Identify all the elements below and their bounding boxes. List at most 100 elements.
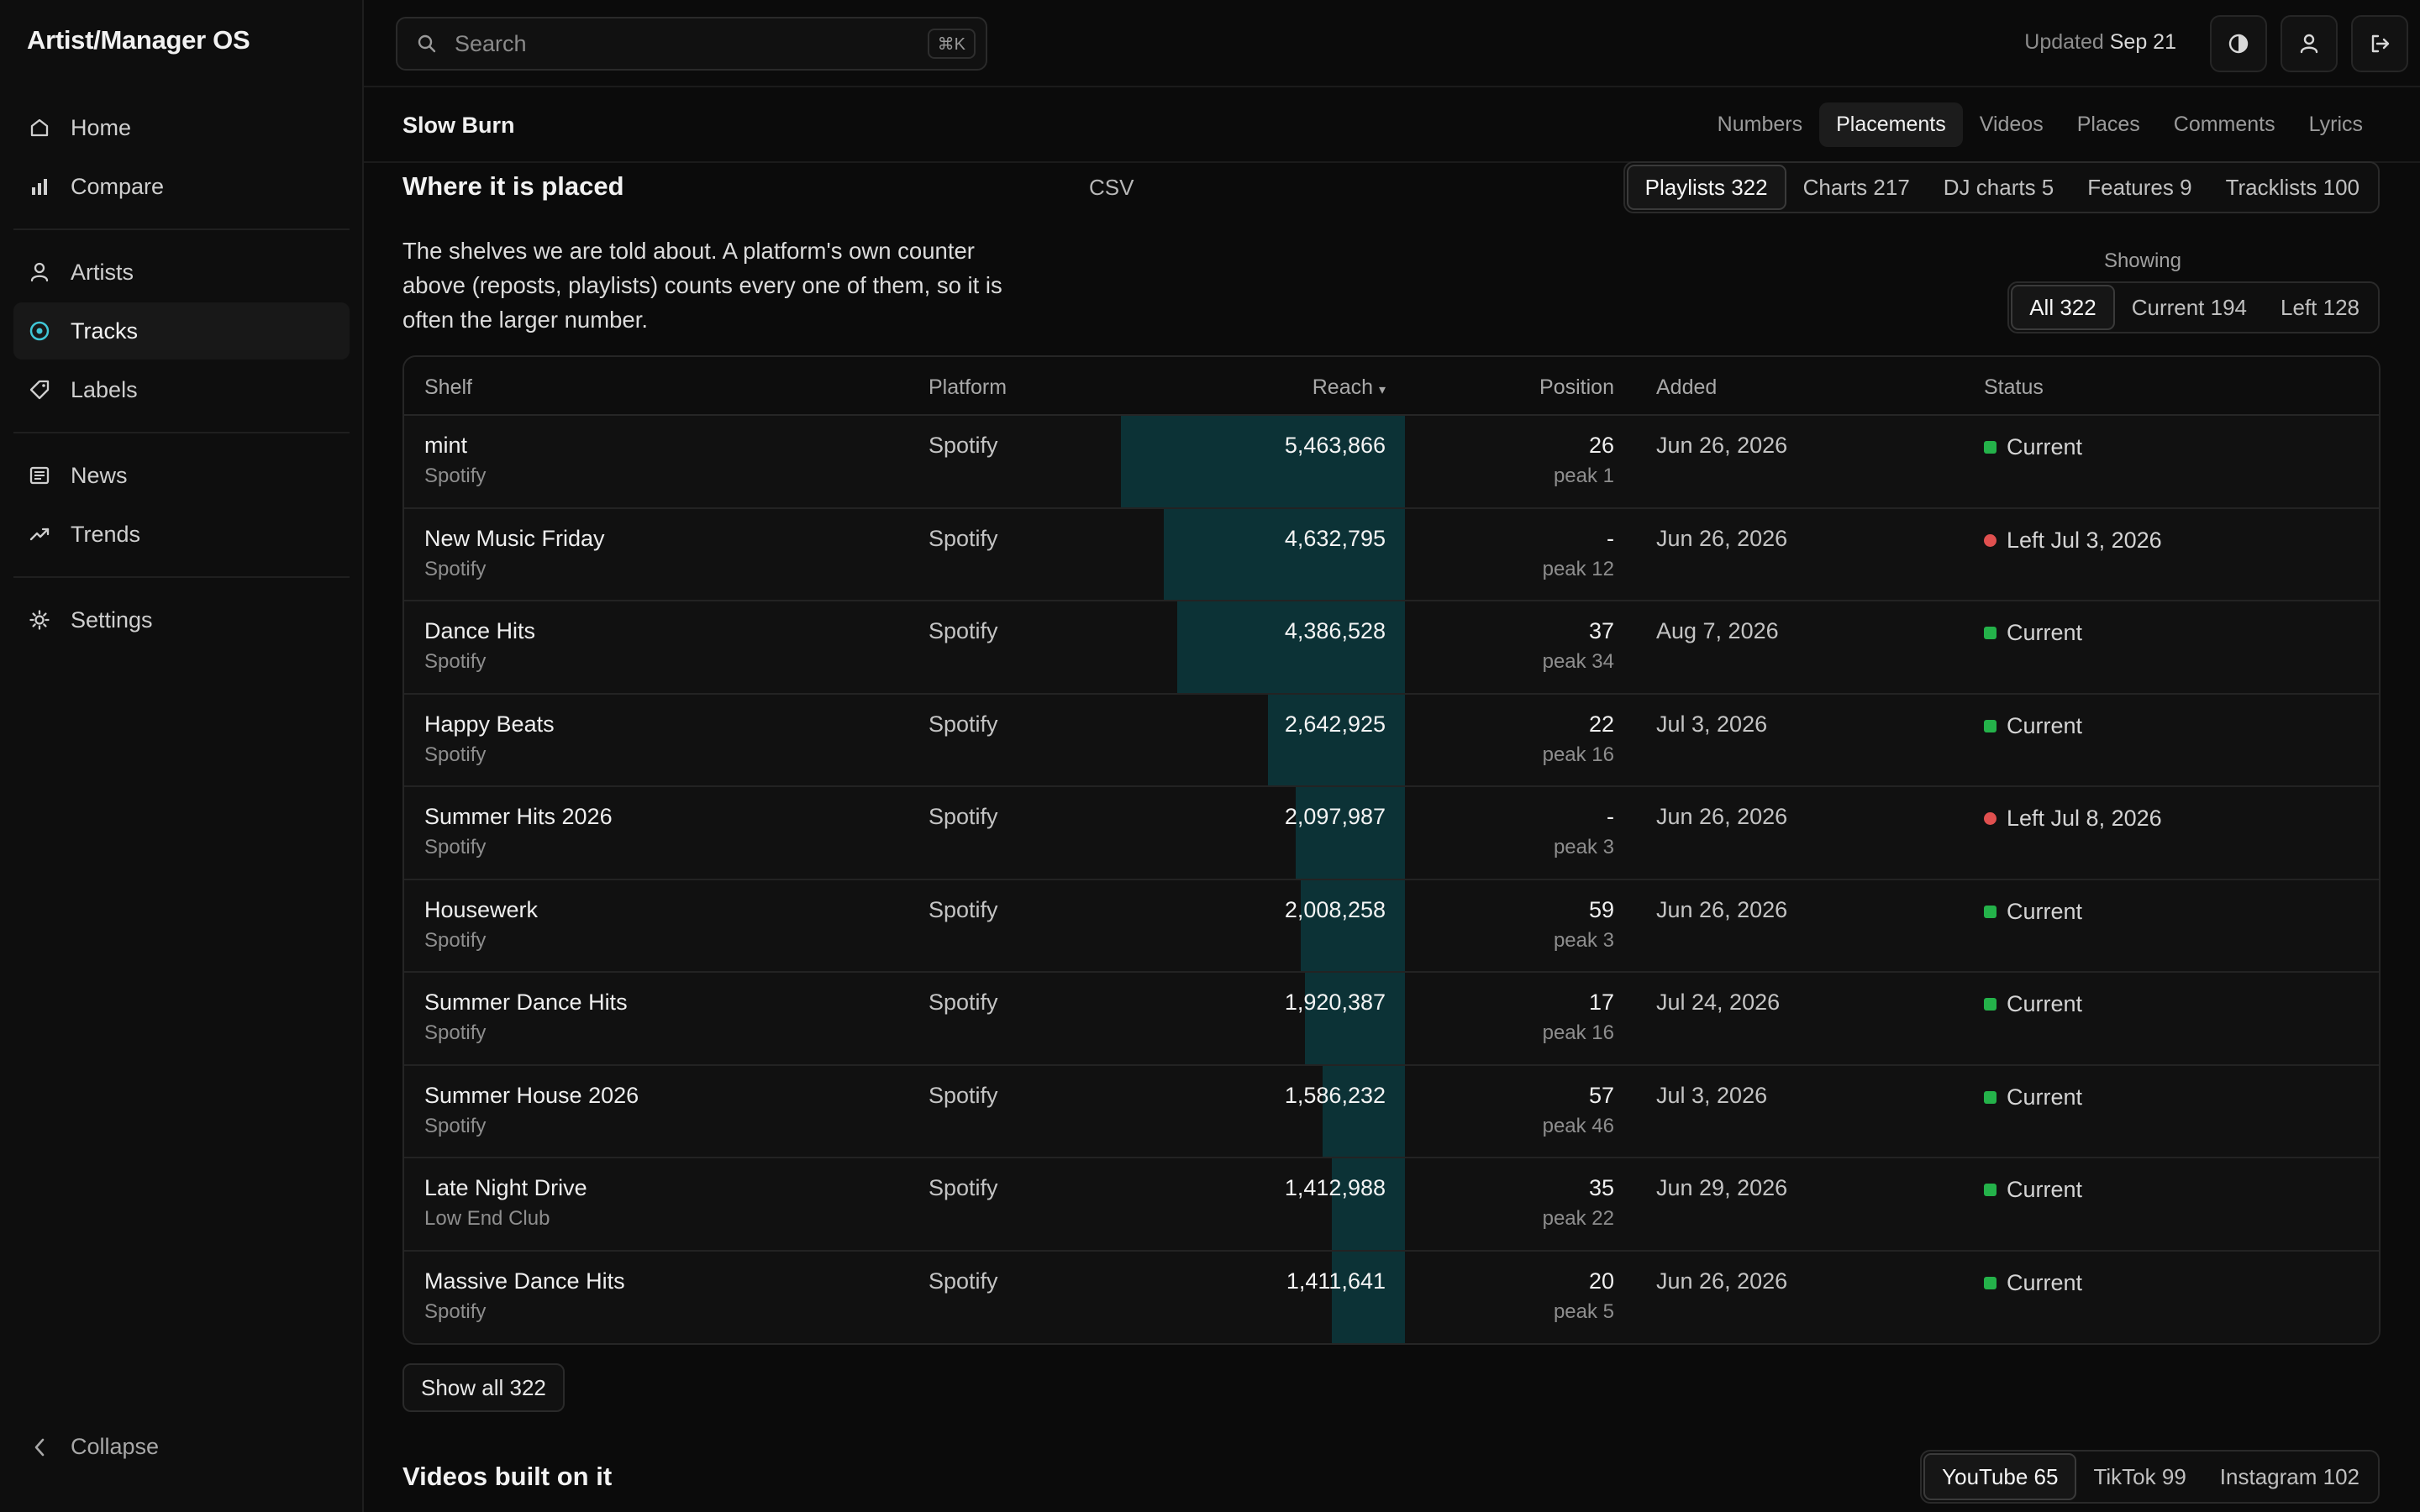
sidebar-item-label: Labels <box>71 376 138 402</box>
status-text: Current <box>2007 1084 2083 1110</box>
shelf-peak: peak 12 <box>1542 557 1614 580</box>
user-icon <box>2300 34 2318 54</box>
shelf-name[interactable]: Dance Hits <box>424 618 535 644</box>
reach-bar <box>1332 1251 1405 1343</box>
shelf-type-tracklists[interactable]: Tracklists 100 <box>2209 165 2376 210</box>
status-badge: Left Jul 3, 2026 <box>1984 528 2162 554</box>
status-dot-icon <box>1984 905 1996 918</box>
table-row[interactable]: Summer Dance Hits Spotify Spotify 1,920,387… <box>404 973 2379 1066</box>
tab-lyrics[interactable]: Lyrics <box>2292 102 2380 147</box>
sidebar-item-label: News <box>71 462 128 488</box>
filter-current[interactable]: Current 194 <box>2115 285 2264 330</box>
col-platform[interactable]: Platform <box>929 375 1007 400</box>
filter-all[interactable]: All 322 <box>2011 285 2115 330</box>
tab-videos[interactable]: Videos <box>1963 102 2060 147</box>
table-body: mint Spotify Spotify 5,463,866 26 peak 1 Jun 2… <box>404 416 2379 1343</box>
video-platform-tiktok[interactable]: TikTok 99 <box>2076 1453 2202 1500</box>
col-status[interactable]: Status <box>1984 375 2044 400</box>
showing-label: Showing <box>2103 249 2181 272</box>
shelf-name[interactable]: Summer Hits 2026 <box>424 804 613 830</box>
video-platform-youtube[interactable]: YouTube 65 <box>1923 1453 2077 1500</box>
theme-toggle-button[interactable] <box>2210 15 2267 72</box>
show-all-button[interactable]: Show all 322 <box>402 1363 565 1412</box>
table-row[interactable]: New Music Friday Spotify Spotify 4,632,795 -… <box>404 508 2379 601</box>
shelf-peak: peak 34 <box>1542 650 1614 673</box>
shelf-type-features[interactable]: Features 9 <box>2070 165 2208 210</box>
table-row[interactable]: Summer House 2026 Spotify Spotify 1,586,232… <box>404 1065 2379 1158</box>
sidebar-item-settings[interactable]: Settings <box>13 591 350 648</box>
shelf-platform: Spotify <box>929 1268 998 1294</box>
tab-comments[interactable]: Comments <box>2157 102 2292 147</box>
reach-bar <box>1305 973 1405 1064</box>
reach-bar <box>1164 508 1405 600</box>
shelf-type-dj[interactable]: DJ charts 5 <box>1927 165 2071 210</box>
shelf-name[interactable]: Happy Beats <box>424 711 555 738</box>
sidebar-item-artists[interactable]: Artists <box>13 244 350 301</box>
updated-timestamp: Updated Sep 21 <box>2024 30 2176 55</box>
shelf-position: 20 <box>1588 1268 1614 1294</box>
shelf-position: 59 <box>1588 896 1614 922</box>
table-row[interactable]: Happy Beats Spotify Spotify 2,642,925 22 peak… <box>404 694 2379 787</box>
shelf-curator: Spotify <box>424 928 487 952</box>
logout-button[interactable] <box>2351 15 2408 72</box>
shelf-type-playlists[interactable]: Playlists 322 <box>1626 165 1786 210</box>
filter-left[interactable]: Left 128 <box>2264 285 2376 330</box>
collapse-label: Collapse <box>71 1434 160 1459</box>
user-icon <box>27 260 52 285</box>
status-badge: Current <box>1984 899 2082 925</box>
col-shelf[interactable]: Shelf <box>424 375 472 400</box>
status-dot-icon <box>1984 998 1996 1011</box>
shelf-added-date: Jul 3, 2026 <box>1656 711 1768 737</box>
table-row[interactable]: Housewerk Spotify Spotify 2,008,258 59 peak 3… <box>404 879 2379 973</box>
placements-heading: Where it is placed <box>402 171 624 201</box>
newspaper-icon <box>27 463 52 488</box>
status-filter-selector: All 322 Current 194 Left 128 <box>2007 281 2380 333</box>
sidebar-item-news[interactable]: News <box>13 447 350 504</box>
account-button[interactable] <box>2281 15 2338 72</box>
sidebar-item-compare[interactable]: Compare <box>13 158 350 215</box>
shelf-peak: peak 46 <box>1542 1114 1614 1137</box>
app-root: Artist/Manager OS Home Compare Artists Trac… <box>0 0 2420 1512</box>
search-input[interactable]: Search ⌘K <box>396 17 987 71</box>
sidebar-item-trends[interactable]: Trends <box>13 506 350 563</box>
status-text: Current <box>2007 991 2083 1016</box>
table-row[interactable]: Dance Hits Spotify Spotify 4,386,528 37 peak … <box>404 601 2379 695</box>
status-badge: Current <box>1984 434 2082 460</box>
shelf-name[interactable]: mint <box>424 433 467 459</box>
sidebar-item-tracks[interactable]: Tracks <box>13 302 350 360</box>
sidebar-item-label: Artists <box>71 259 134 285</box>
shelf-added-date: Jul 24, 2026 <box>1656 990 1781 1015</box>
sidebar-item-labels[interactable]: Labels <box>13 361 350 418</box>
collapse-button[interactable]: Collapse <box>27 1434 159 1460</box>
tab-places[interactable]: Places <box>2060 102 2157 147</box>
tab-placements[interactable]: Placements <box>1819 102 1963 147</box>
shelf-name[interactable]: Housewerk <box>424 897 538 923</box>
shelf-reach: 2,097,987 <box>1284 804 1386 829</box>
status-dot-icon <box>1984 1276 1996 1289</box>
shelf-name[interactable]: New Music Friday <box>424 526 605 552</box>
shelf-position: 17 <box>1588 990 1614 1015</box>
logout-icon <box>2371 34 2390 53</box>
shelf-name[interactable]: Summer House 2026 <box>424 1083 639 1109</box>
shelf-name[interactable]: Late Night Drive <box>424 1175 587 1201</box>
col-reach[interactable]: Reach ▾ <box>1313 375 1386 400</box>
shelf-name[interactable]: Summer Dance Hits <box>424 990 628 1016</box>
video-platform-instagram[interactable]: Instagram 102 <box>2203 1453 2376 1500</box>
shelf-reach: 1,586,232 <box>1284 1082 1386 1108</box>
table-row[interactable]: Late Night Drive Low End Club Spotify 1,412… <box>404 1158 2379 1252</box>
col-position[interactable]: Position <box>1539 375 1614 400</box>
table-row[interactable]: Massive Dance Hits Spotify Spotify 1,411,64… <box>404 1251 2379 1343</box>
shelf-type-charts[interactable]: Charts 217 <box>1786 165 1927 210</box>
tab-numbers[interactable]: Numbers <box>1701 102 1819 147</box>
shelf-position: 22 <box>1588 711 1614 737</box>
shelf-reach: 5,463,866 <box>1284 433 1386 458</box>
shelf-name[interactable]: Massive Dance Hits <box>424 1268 625 1294</box>
col-added[interactable]: Added <box>1656 375 1717 400</box>
shelf-peak: peak 16 <box>1542 1021 1614 1044</box>
sidebar-item-home[interactable]: Home <box>13 99 350 156</box>
table-row[interactable]: Summer Hits 2026 Spotify Spotify 2,097,987 -… <box>404 787 2379 880</box>
status-text: Current <box>2007 434 2083 459</box>
csv-export-link[interactable]: CSV <box>1089 175 1134 201</box>
table-row[interactable]: mint Spotify Spotify 5,463,866 26 peak 1 Jun 2… <box>404 416 2379 509</box>
status-text: Current <box>2007 620 2083 645</box>
